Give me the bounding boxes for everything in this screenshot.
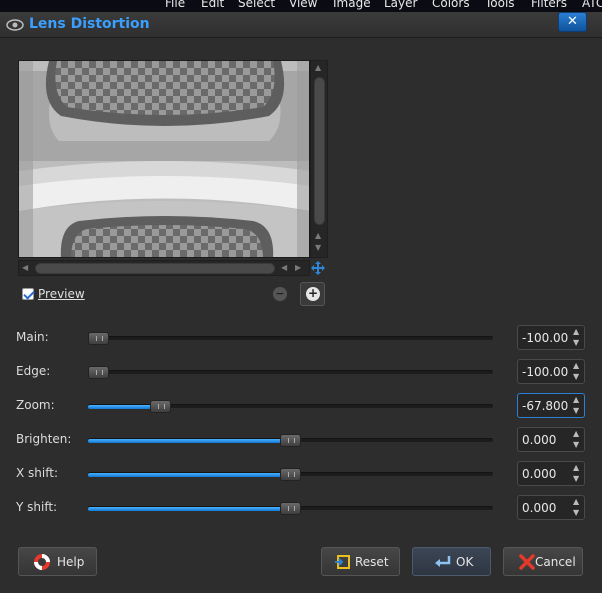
- y-shift-slider-handle[interactable]: [280, 502, 301, 515]
- main-increment-icon[interactable]: ▲: [573, 327, 579, 336]
- y-shift-spinbox[interactable]: 0.000 ▲ ▼: [517, 495, 585, 520]
- preview-checkbox[interactable]: [22, 288, 34, 300]
- main-decrement-icon[interactable]: ▼: [573, 338, 579, 347]
- edge-spinbox[interactable]: -100.00 ▲ ▼: [517, 359, 585, 384]
- menu-layer[interactable]: Layer: [384, 0, 417, 10]
- x-shift-value[interactable]: 0.000: [522, 467, 556, 481]
- menu-more[interactable]: ATC: [582, 0, 602, 10]
- cancel-x-icon: [519, 554, 535, 570]
- menu-colors[interactable]: Colors: [432, 0, 470, 10]
- cancel-label: Cancel: [535, 555, 576, 569]
- navigate-move-icon[interactable]: [310, 260, 326, 276]
- brighten-spinbox[interactable]: 0.000 ▲ ▼: [517, 427, 585, 452]
- edge-slider[interactable]: [88, 366, 493, 379]
- dialog-titlebar: Lens Distortion ✕: [0, 12, 602, 38]
- y-shift-value[interactable]: 0.000: [522, 501, 556, 515]
- zoom-label: Zoom:: [16, 398, 55, 412]
- x-shift-decrement-icon[interactable]: ▼: [573, 474, 579, 483]
- main-label: Main:: [16, 330, 49, 344]
- x-shift-slider-handle[interactable]: [280, 468, 301, 481]
- menu-edit[interactable]: Edit: [201, 0, 224, 10]
- brighten-slider-fill: [88, 439, 290, 443]
- cancel-button[interactable]: Cancel: [503, 547, 583, 576]
- distortion-preview-graphic: [19, 61, 309, 257]
- menu-image[interactable]: Image: [333, 0, 371, 10]
- zoom-out-icon[interactable]: −: [273, 287, 287, 301]
- brighten-increment-icon[interactable]: ▲: [573, 429, 579, 438]
- zoom-slider[interactable]: [88, 400, 493, 413]
- x-shift-label: X shift:: [16, 466, 58, 480]
- app-menubar: File Edit Select View Image Layer Colors…: [0, 0, 602, 12]
- x-shift-slider-fill: [88, 473, 290, 477]
- main-slider-handle[interactable]: [88, 332, 109, 345]
- preview-image: [18, 60, 310, 258]
- help-button[interactable]: Help: [18, 547, 97, 576]
- x-shift-spinbox[interactable]: 0.000 ▲ ▼: [517, 461, 585, 486]
- y-shift-slider[interactable]: [88, 502, 493, 515]
- brighten-slider[interactable]: [88, 434, 493, 447]
- y-shift-slider-fill: [88, 507, 290, 511]
- edge-decrement-icon[interactable]: ▼: [573, 372, 579, 381]
- y-shift-decrement-icon[interactable]: ▼: [573, 508, 579, 517]
- zoom-slider-handle[interactable]: [150, 400, 171, 413]
- brighten-slider-handle[interactable]: [280, 434, 301, 447]
- scroll-left-arrow-icon-2[interactable]: ◀: [281, 263, 287, 272]
- scroll-up-arrow-icon-2[interactable]: ▲: [315, 231, 321, 240]
- menu-tools[interactable]: Tools: [485, 0, 515, 10]
- zoom-decrement-icon[interactable]: ▼: [573, 406, 579, 415]
- edge-increment-icon[interactable]: ▲: [573, 361, 579, 370]
- scroll-left-arrow-icon[interactable]: ◀: [22, 263, 28, 272]
- preview-horizontal-scrollbar[interactable]: ◀ ◀ ▶: [18, 260, 310, 276]
- x-shift-slider[interactable]: [88, 468, 493, 481]
- reset-icon: [335, 555, 350, 569]
- preview-label[interactable]: Preview: [38, 287, 85, 301]
- reset-button[interactable]: Reset: [321, 547, 400, 576]
- zoom-in-button[interactable]: +: [300, 282, 325, 306]
- reset-label: Reset: [355, 555, 389, 569]
- menu-filters[interactable]: Filters: [531, 0, 567, 10]
- zoom-value[interactable]: -67.800: [522, 399, 568, 413]
- dialog-title: Lens Distortion: [29, 16, 150, 32]
- brighten-value[interactable]: 0.000: [522, 433, 556, 447]
- menu-view[interactable]: View: [289, 0, 317, 10]
- brighten-decrement-icon[interactable]: ▼: [573, 440, 579, 449]
- edge-value[interactable]: -100.00: [522, 365, 568, 379]
- close-button[interactable]: ✕: [558, 12, 587, 32]
- zoom-spinbox[interactable]: -67.800 ▲ ▼: [517, 393, 585, 418]
- edge-label: Edge:: [16, 364, 51, 378]
- y-shift-increment-icon[interactable]: ▲: [573, 497, 579, 506]
- y-shift-label: Y shift:: [16, 500, 58, 514]
- brighten-label: Brighten:: [16, 432, 72, 446]
- zoom-in-icon: +: [306, 286, 320, 301]
- ok-label: OK: [456, 555, 474, 569]
- help-label: Help: [57, 555, 85, 569]
- lifebuoy-icon: [34, 554, 50, 570]
- main-spinbox[interactable]: -100.00 ▲ ▼: [517, 325, 585, 350]
- gimp-eye-icon: [6, 19, 24, 31]
- vertical-scroll-thumb[interactable]: [314, 77, 325, 225]
- x-shift-increment-icon[interactable]: ▲: [573, 463, 579, 472]
- zoom-increment-icon[interactable]: ▲: [573, 395, 579, 404]
- preview-vertical-scrollbar[interactable]: ▲ ▲ ▼: [310, 60, 328, 258]
- enter-arrow-icon: [435, 556, 451, 567]
- preview-label-text: Preview: [38, 287, 85, 301]
- edge-slider-handle[interactable]: [88, 366, 109, 379]
- ok-button[interactable]: OK: [412, 547, 491, 576]
- menu-file[interactable]: File: [165, 0, 185, 10]
- main-slider[interactable]: [88, 332, 493, 345]
- scroll-down-arrow-icon[interactable]: ▼: [315, 243, 321, 252]
- main-value[interactable]: -100.00: [522, 331, 568, 345]
- scroll-right-arrow-icon[interactable]: ▶: [295, 263, 301, 272]
- scroll-up-arrow-icon[interactable]: ▲: [315, 63, 321, 72]
- horizontal-scroll-thumb[interactable]: [35, 263, 275, 274]
- menu-select[interactable]: Select: [238, 0, 275, 10]
